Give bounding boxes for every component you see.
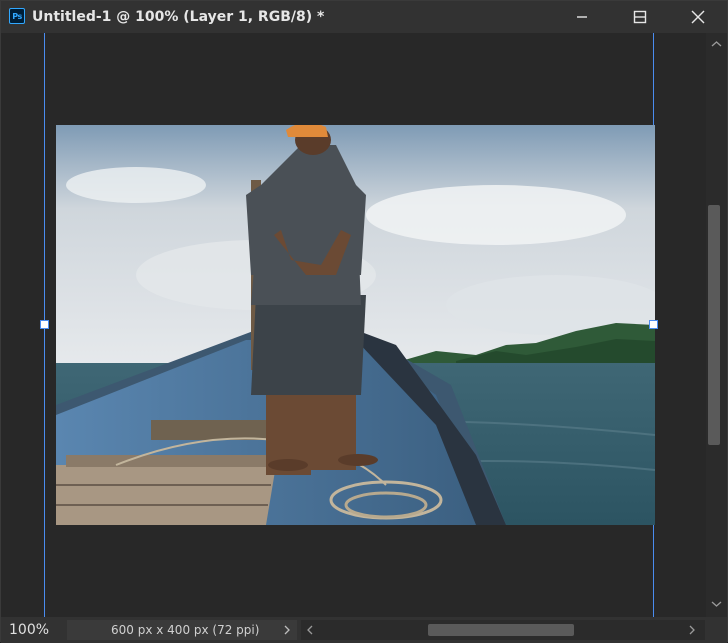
photoshop-app-icon: Ps [9, 8, 25, 24]
transform-handle-left[interactable] [40, 320, 49, 329]
scroll-right-icon[interactable] [685, 620, 699, 640]
canvas-area[interactable] [6, 33, 706, 617]
maximize-icon [633, 10, 647, 24]
horizontal-scroll-thumb[interactable] [428, 624, 574, 636]
close-icon [691, 10, 705, 24]
chevron-right-icon[interactable] [283, 623, 291, 637]
minimize-icon [577, 16, 587, 18]
document-title: Untitled-1 @ 100% (Layer 1, RGB/8) * [32, 9, 325, 25]
vertical-scrollbar[interactable] [706, 33, 727, 617]
zoom-level[interactable]: 100% [9, 617, 65, 643]
scroll-up-icon[interactable] [706, 37, 727, 51]
document-info-text: 600 px x 400 px (72 ppi) [111, 623, 260, 637]
horizontal-scrollbar[interactable] [301, 620, 705, 640]
layer-image[interactable] [56, 125, 655, 525]
maximize-window-button[interactable] [617, 1, 663, 33]
document-window: Ps Untitled-1 @ 100% (Layer 1, RGB/8) * [0, 0, 728, 643]
close-window-button[interactable] [675, 1, 721, 33]
status-bar: 100% 600 px x 400 px (72 ppi) [1, 617, 727, 643]
transform-handle-right[interactable] [649, 320, 658, 329]
scroll-left-icon[interactable] [303, 620, 317, 640]
scroll-down-icon[interactable] [706, 597, 727, 611]
document-info[interactable]: 600 px x 400 px (72 ppi) [67, 620, 297, 640]
vertical-scroll-thumb[interactable] [708, 205, 720, 445]
minimize-window-button[interactable] [559, 1, 605, 33]
